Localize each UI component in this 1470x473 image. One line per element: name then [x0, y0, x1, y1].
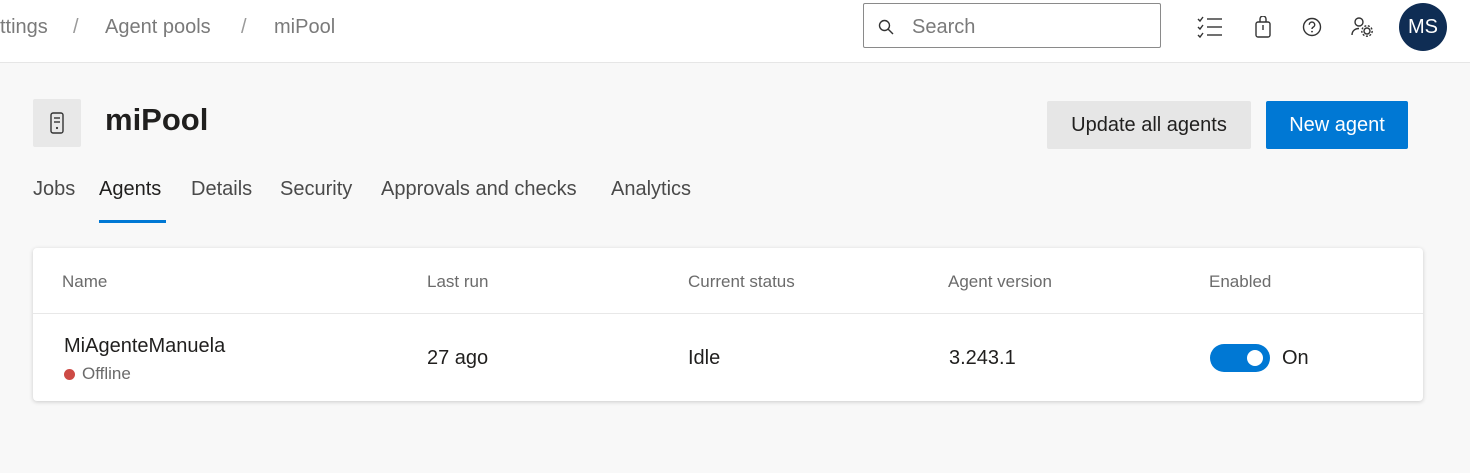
tab-details[interactable]: Details — [191, 178, 252, 201]
tab-security[interactable]: Security — [280, 178, 352, 201]
breadcrumb-separator: / — [73, 16, 79, 38]
search-input[interactable] — [910, 12, 1154, 42]
update-all-agents-button[interactable]: Update all agents — [1047, 101, 1251, 149]
column-header-agent-version[interactable]: Agent version — [948, 272, 1052, 292]
user-settings-icon[interactable] — [1348, 13, 1376, 41]
tab-jobs[interactable]: Jobs — [33, 178, 75, 201]
breadcrumb-item-agent-pools[interactable]: Agent pools — [105, 16, 211, 39]
breadcrumb-item-mipool[interactable]: miPool — [274, 16, 335, 39]
help-icon[interactable] — [1298, 13, 1326, 41]
enabled-toggle-label: On — [1282, 347, 1309, 369]
agents-table: Name Last run Current status Agent versi… — [33, 248, 1423, 401]
breadcrumb-item-settings[interactable]: ttings — [0, 16, 48, 39]
column-header-last-run[interactable]: Last run — [427, 272, 488, 292]
top-bar: ttings / Agent pools / miPool Search MS — [0, 0, 1470, 63]
agent-status: Offline — [82, 364, 131, 383]
tab-approvals-and-checks[interactable]: Approvals and checks — [381, 178, 577, 201]
active-tab-indicator — [99, 220, 166, 223]
toggle-knob — [1247, 350, 1263, 366]
offline-status-icon — [64, 369, 75, 380]
shopping-bag-icon[interactable] — [1249, 13, 1277, 41]
page-title: miPool — [105, 102, 209, 137]
breadcrumb-separator: / — [241, 16, 247, 38]
avatar[interactable]: MS — [1399, 3, 1447, 51]
search-icon — [878, 19, 894, 35]
search-box[interactable] — [863, 3, 1161, 48]
agent-version: 3.243.1 — [949, 347, 1016, 369]
task-list-icon[interactable] — [1196, 13, 1224, 41]
column-header-current-status[interactable]: Current status — [688, 272, 795, 292]
current-status: Idle — [688, 347, 721, 369]
new-agent-button[interactable]: New agent — [1266, 101, 1408, 149]
agent-name[interactable]: MiAgenteManuela — [64, 335, 225, 358]
column-header-name[interactable]: Name — [62, 272, 107, 292]
tab-analytics[interactable]: Analytics — [611, 178, 691, 201]
header-divider — [33, 313, 1423, 314]
agent-pool-icon — [33, 99, 81, 147]
enabled-toggle[interactable] — [1210, 344, 1270, 372]
last-run: 27 ago — [427, 347, 489, 369]
column-header-enabled[interactable]: Enabled — [1209, 272, 1271, 292]
tab-agents[interactable]: Agents — [99, 178, 161, 201]
